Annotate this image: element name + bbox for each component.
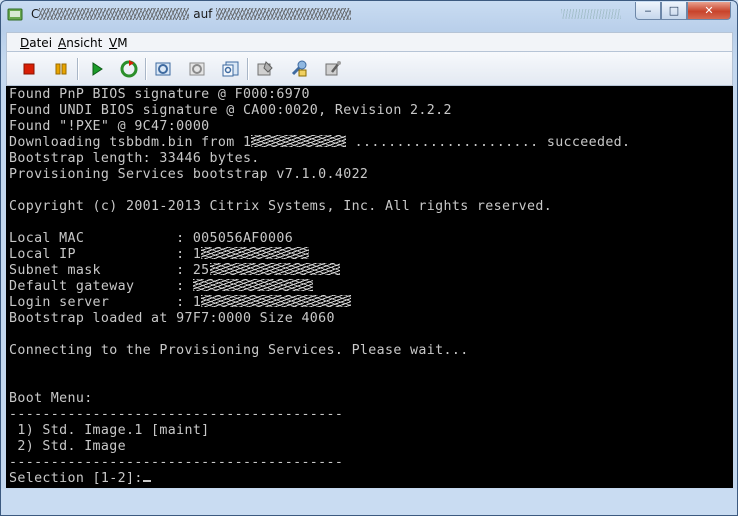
title-prefix: C [31, 7, 40, 21]
console-line: Copyright (c) 2001-2013 Citrix Systems, … [9, 199, 553, 214]
maximize-button[interactable]: □ [661, 2, 687, 20]
boot-menu-title: Boot Menu: [9, 391, 93, 406]
title-obscured-vm-name [39, 8, 190, 20]
start-button[interactable] [86, 59, 108, 79]
minimize-button[interactable]: ‒ [635, 2, 661, 20]
revert-snapshot-icon [189, 62, 205, 76]
snapshot-button[interactable] [152, 59, 174, 79]
console-line-login-server: Login server : 1 [9, 295, 352, 311]
revert-snapshot-button[interactable] [186, 59, 208, 79]
console-line: Found PnP BIOS signature @ F000:6970 [9, 87, 310, 102]
console-line-subnet: Subnet mask : 25 [9, 263, 340, 279]
console-line: Found UNDI BIOS signature @ CA00:0020, R… [9, 103, 452, 118]
console-line: Bootstrap length: 33446 bytes. [9, 151, 260, 166]
vm-app-icon [7, 8, 23, 21]
pause-button[interactable] [50, 59, 72, 79]
window-title: C auf [31, 7, 352, 21]
console-text: Local IP : 1 [9, 247, 202, 262]
snapshot-icon [155, 62, 171, 76]
obscured-gateway [192, 279, 313, 291]
toolbar [6, 52, 733, 86]
obscured-subnet [209, 263, 340, 275]
reset-button[interactable] [118, 59, 140, 79]
vm-console-window: C auf ‒ □ ✕ Datei Ansicht VM Found PnP B… [0, 0, 738, 516]
stop-button[interactable] [18, 59, 40, 79]
settings-icon [291, 60, 307, 77]
selection-prompt[interactable]: Selection [1-2]: [9, 471, 151, 487]
close-button[interactable]: ✕ [687, 2, 731, 20]
console-text: Subnet mask : 25 [9, 263, 210, 278]
tools-button[interactable] [322, 59, 344, 79]
console-line: Provisioning Services bootstrap v7.1.0.4… [9, 167, 369, 182]
title-ghost-text [561, 9, 621, 19]
title-bar[interactable]: C auf ‒ □ ✕ [1, 1, 737, 29]
reset-icon [120, 60, 138, 78]
tools-icon [325, 61, 341, 76]
menu-ansicht[interactable]: Ansicht [58, 36, 102, 50]
console-text: Default gateway : [9, 279, 185, 294]
menu-datei[interactable]: Datei [20, 36, 52, 50]
toolbar-separator [145, 58, 147, 80]
boot-menu-divider: ---------------------------------------- [9, 407, 344, 422]
pause-icon [55, 63, 67, 75]
obscured-login-server [201, 295, 352, 307]
boot-menu-divider: ---------------------------------------- [9, 455, 344, 470]
connect-device-button[interactable] [254, 59, 276, 79]
console-text: Downloading tsbbdm.bin from 1 [9, 135, 252, 150]
vm-console-screen[interactable]: Found PnP BIOS signature @ F000:6970 Fou… [6, 86, 733, 488]
title-middle: auf [193, 7, 213, 21]
obscured-server-address [251, 135, 347, 147]
obscured-ip [201, 247, 310, 259]
toolbar-separator [77, 58, 79, 80]
snapshot-manager-icon [222, 61, 239, 77]
console-line: Bootstrap loaded at 97F7:0000 Size 4060 [9, 311, 335, 326]
toolbar-separator [247, 58, 249, 80]
status-bar [1, 489, 737, 515]
boot-menu-option-1[interactable]: 1) Std. Image.1 [maint] [9, 423, 210, 439]
console-line: Local MAC : 005056AF0006 [9, 231, 294, 246]
menu-vm[interactable]: VM [109, 36, 128, 50]
console-line-local-ip: Local IP : 1 [9, 247, 310, 263]
text-cursor [142, 480, 151, 482]
title-obscured-host-name [216, 8, 352, 20]
console-line: Connecting to the Provisioning Services.… [9, 343, 469, 358]
console-text: ...................... succeeded. [346, 135, 631, 150]
console-line: Found "!PXE" @ 9C47:0000 [9, 119, 210, 134]
console-text: Login server : 1 [9, 295, 202, 310]
play-icon [92, 62, 103, 76]
snapshot-manager-button[interactable] [220, 59, 242, 79]
selection-prompt-text: Selection [1-2]: [9, 471, 143, 486]
settings-button[interactable] [288, 59, 310, 79]
boot-menu-option-2[interactable]: 2) Std. Image [9, 439, 126, 455]
console-line-download: Downloading tsbbdm.bin from 1 ..........… [9, 135, 630, 151]
console-line-gateway: Default gateway : [9, 279, 313, 295]
window-controls: ‒ □ ✕ [635, 2, 731, 21]
stop-icon [23, 63, 35, 75]
menu-bar: Datei Ansicht VM [6, 32, 733, 52]
connect-device-icon [257, 61, 273, 76]
